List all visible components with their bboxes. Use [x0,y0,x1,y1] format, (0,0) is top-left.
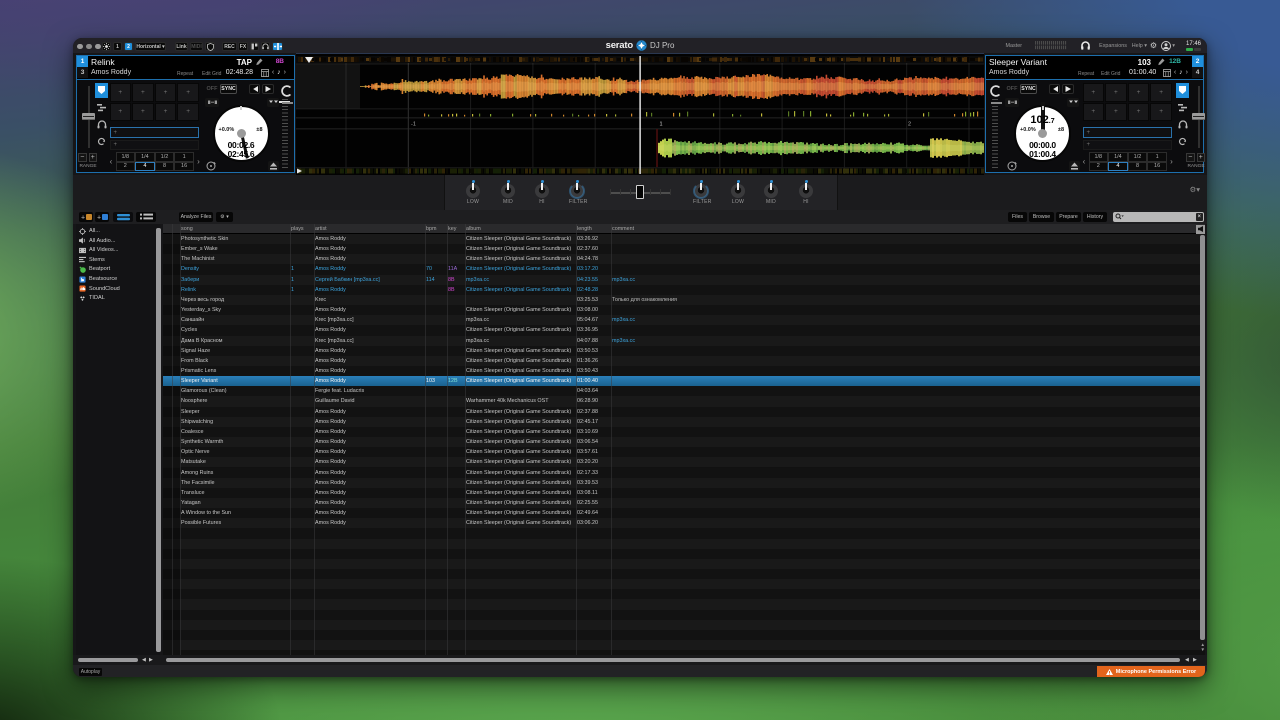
svg-text:+: + [81,215,85,222]
svg-text:+: + [97,215,101,222]
svg-text:1: 1 [660,122,663,128]
svg-text:-1: -1 [411,122,416,128]
svg-text:2: 2 [908,122,911,128]
